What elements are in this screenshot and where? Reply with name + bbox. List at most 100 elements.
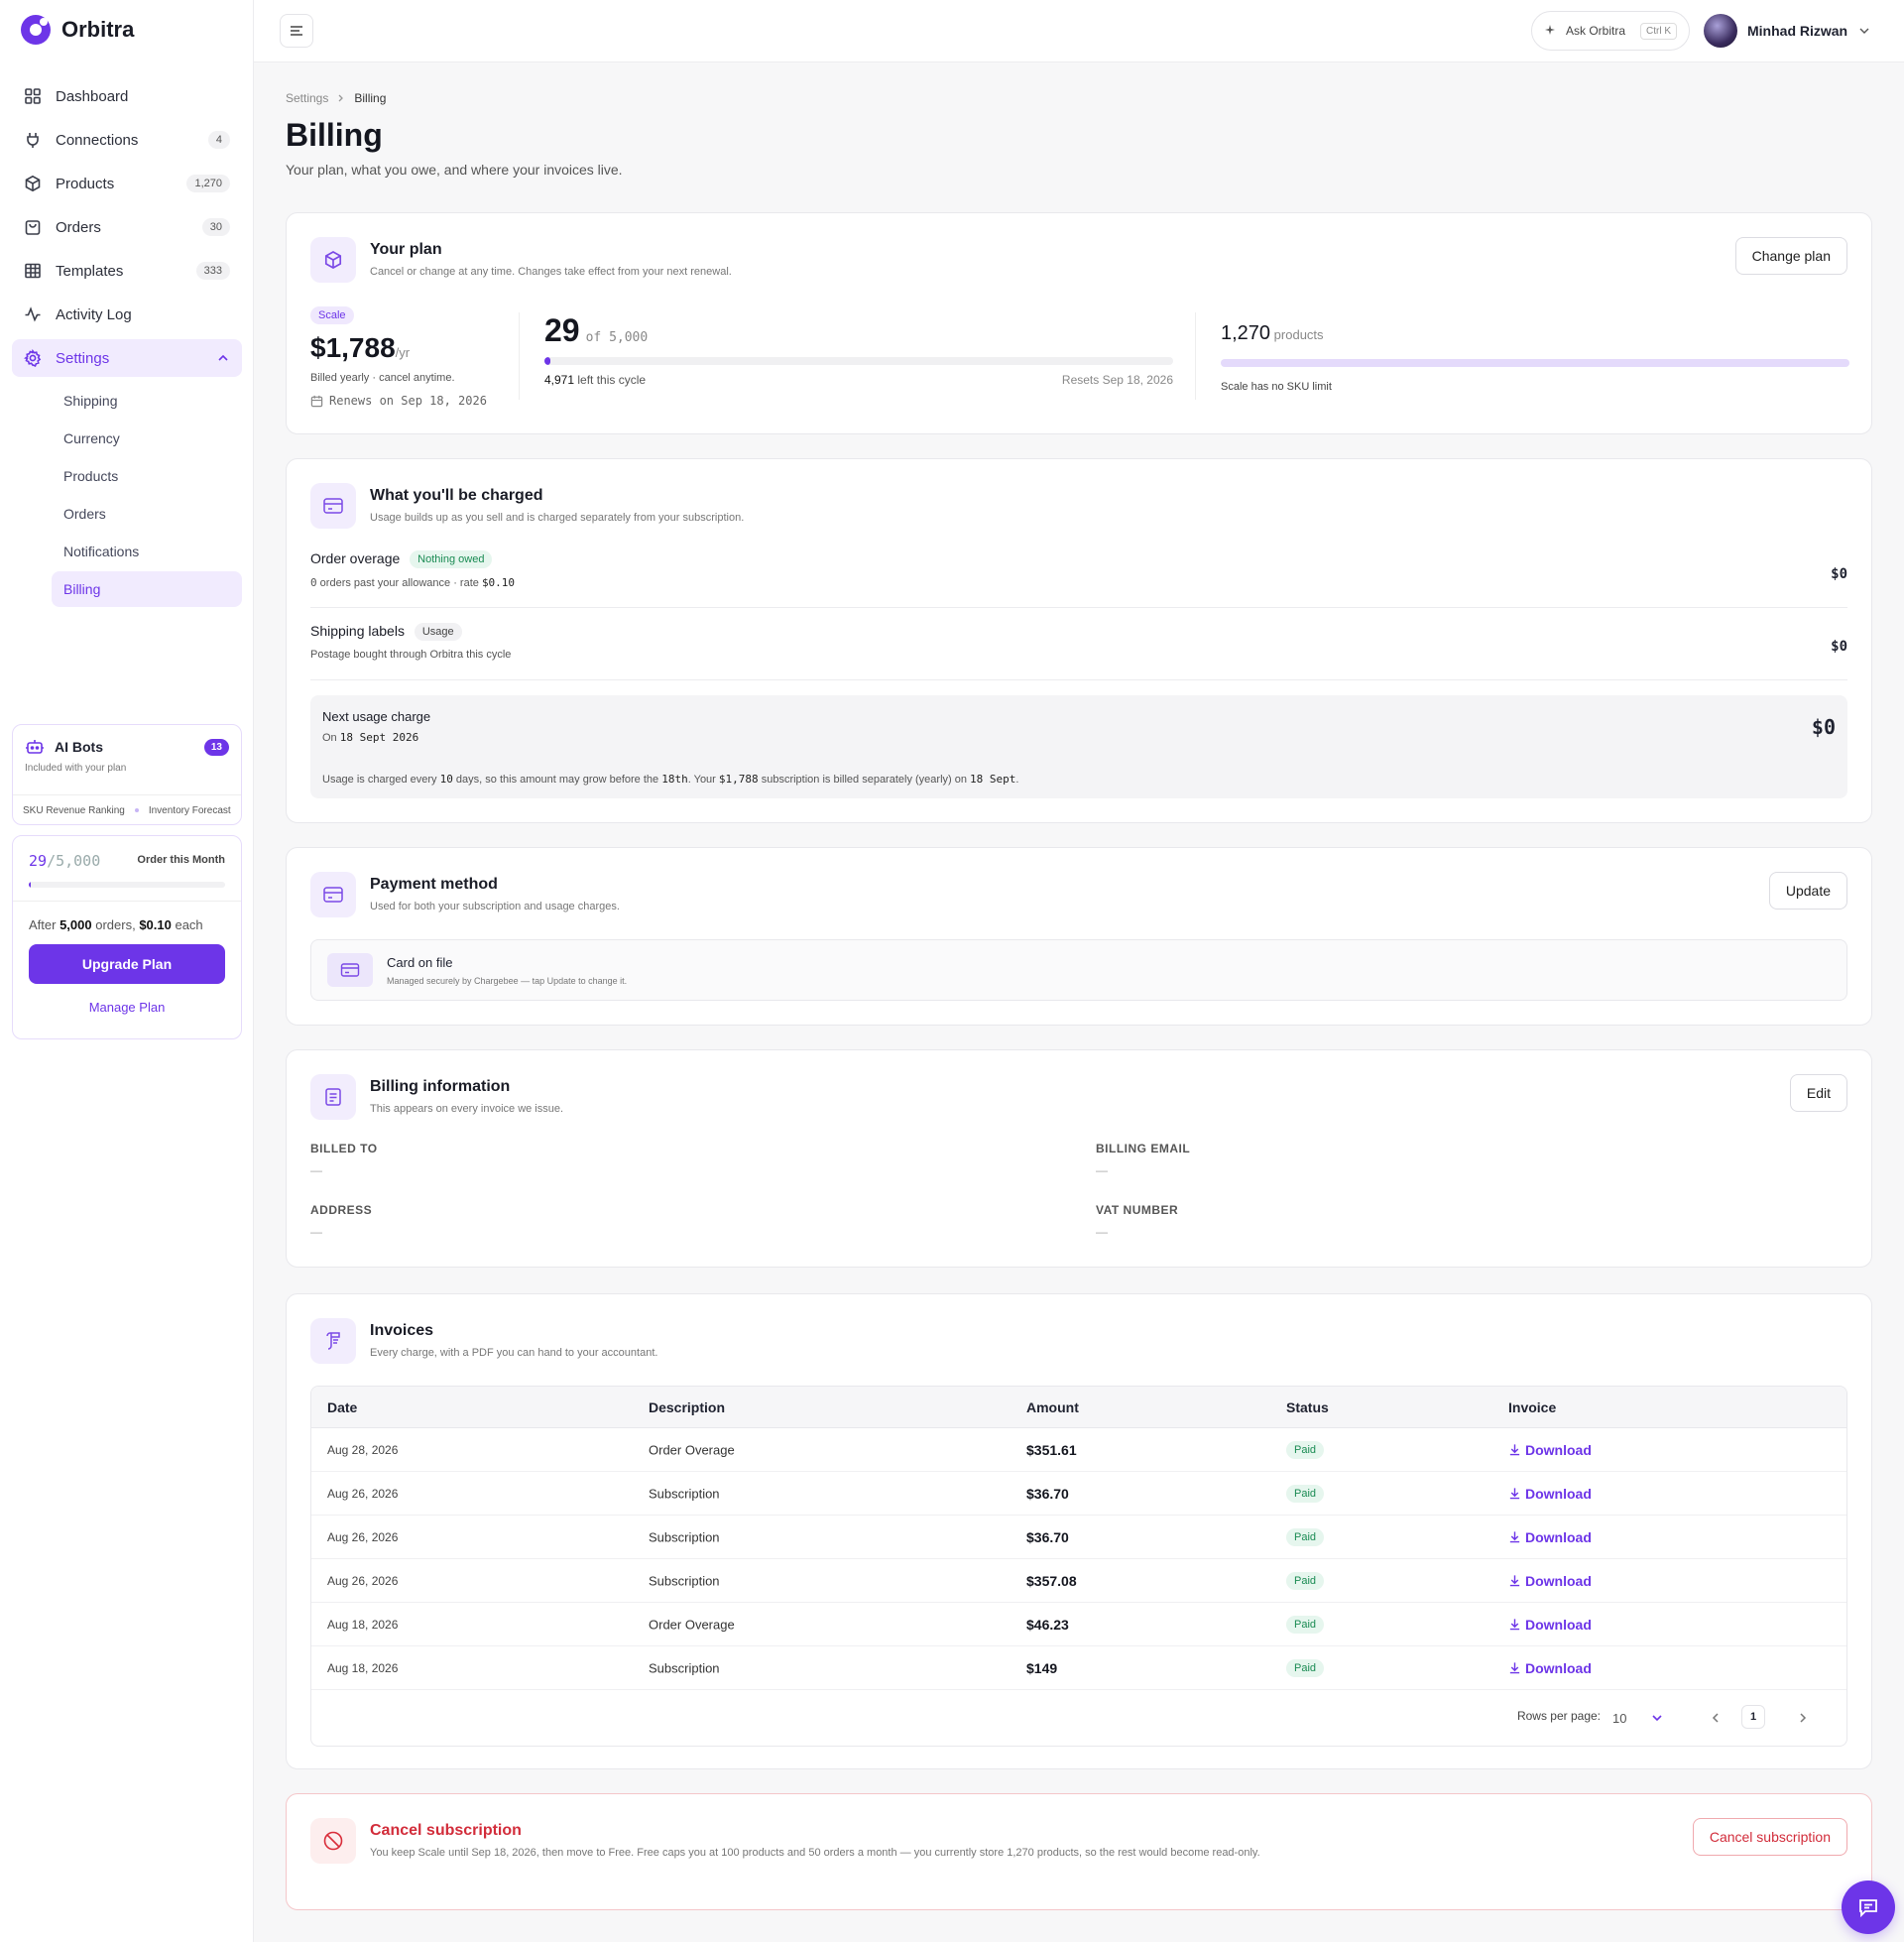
next-usage-charge: Next usage charge On 18 Sept 2026 $0 Usa… <box>310 695 1847 798</box>
order-overage-title: Order overage <box>310 550 401 566</box>
order-overage-amount: $0 <box>1831 566 1847 582</box>
app-name: Orbitra <box>61 17 135 42</box>
menu-icon <box>291 26 302 36</box>
nav-count: 1,270 <box>186 175 230 192</box>
next-page-button[interactable] <box>1791 1706 1815 1730</box>
nav-item-products[interactable]: Products 1,270 <box>12 165 242 202</box>
edit-billing-info-button[interactable]: Edit <box>1789 1074 1847 1112</box>
orders-used: 29 of 5,000 <box>544 312 649 348</box>
nav-label: Orders <box>56 218 101 236</box>
subnav-products[interactable]: Products <box>52 458 242 494</box>
chat-icon <box>1859 1899 1877 1918</box>
prev-page-button[interactable] <box>1704 1706 1727 1730</box>
card-on-file-sub: Managed securely by Chargebee — tap Upda… <box>387 975 628 986</box>
grid-icon <box>25 88 41 104</box>
ai-bots-subtitle: Included with your plan <box>25 763 127 774</box>
card-on-file: Card on file Managed securely by Chargeb… <box>310 939 1847 1001</box>
robot-icon <box>26 740 44 754</box>
status-badge: Paid <box>1286 1484 1325 1503</box>
plan-price-block: Scale $1,788/yr Billed yearly · cancel a… <box>310 306 487 408</box>
ai-bot-tag[interactable]: Inventory Forecast <box>149 805 231 816</box>
shipping-labels-sub: Postage bought through Orbitra this cycl… <box>310 649 512 662</box>
download-invoice-button[interactable]: Download <box>1508 1660 1592 1676</box>
invoices-desc: Every charge, with a PDF you can hand to… <box>370 1347 658 1359</box>
credit-card-icon <box>310 483 356 529</box>
usage-badge: Usage <box>414 623 462 642</box>
update-payment-button[interactable]: Update <box>1768 872 1847 910</box>
manage-plan-link[interactable]: Manage Plan <box>13 1000 241 1015</box>
nav-item-orders[interactable]: Orders 30 <box>12 208 242 246</box>
ai-bots-count-badge: 13 <box>203 738 229 756</box>
charges-title: What you'll be charged <box>370 487 543 504</box>
breadcrumb-settings[interactable]: Settings <box>286 91 328 105</box>
ask-orbitra-button[interactable]: Ask Orbitra Ctrl K <box>1531 11 1690 51</box>
user-menu[interactable]: Minhad Rizwan <box>1704 14 1871 48</box>
status-badge: Paid <box>1286 1527 1325 1546</box>
chevron-left-icon <box>1712 1713 1719 1723</box>
nav-item-templates[interactable]: Templates 333 <box>12 252 242 290</box>
nav-item-settings[interactable]: Settings <box>12 339 242 377</box>
shortcut-hint: Ctrl K <box>1640 22 1677 40</box>
order-usage-progress <box>29 882 225 888</box>
card-icon <box>327 953 373 987</box>
page-number-button[interactable]: 1 <box>1741 1705 1765 1729</box>
change-plan-button[interactable]: Change plan <box>1734 237 1847 275</box>
chat-button[interactable] <box>1842 1881 1895 1934</box>
table-header: Date Description Amount Status Invoice <box>311 1387 1846 1428</box>
download-invoice-button[interactable]: Download <box>1508 1486 1592 1502</box>
plan-tier-badge: Scale <box>310 306 354 325</box>
table-row: Aug 18, 2026 Order Overage $46.23 Paid D… <box>311 1603 1846 1646</box>
gear-icon <box>24 349 42 367</box>
download-icon <box>1509 1488 1520 1500</box>
cancel-subscription-button[interactable]: Cancel subscription <box>1692 1818 1847 1856</box>
products-usage-block: 1,270 products Scale has no SKU limit <box>1221 322 1849 393</box>
subnav-currency[interactable]: Currency <box>52 421 242 456</box>
orders-progress-bar <box>544 357 1173 365</box>
download-icon <box>1509 1619 1520 1631</box>
nav-item-activity-log[interactable]: Activity Log <box>12 296 242 333</box>
shipping-labels-title: Shipping labels <box>310 623 405 639</box>
box-icon <box>310 237 356 283</box>
download-invoice-button[interactable]: Download <box>1508 1617 1592 1633</box>
ai-bots-card[interactable]: AI Bots 13 Included with your plan SKU R… <box>12 724 242 825</box>
status-badge: Paid <box>1286 1658 1325 1677</box>
subnav-shipping[interactable]: Shipping <box>52 383 242 419</box>
table-icon <box>25 263 41 279</box>
download-invoice-button[interactable]: Download <box>1508 1529 1592 1545</box>
ai-bot-tag[interactable]: SKU Revenue Ranking <box>23 805 125 816</box>
page-title: Billing <box>286 117 383 153</box>
calendar-icon <box>310 395 323 408</box>
sidebar-toggle-button[interactable] <box>280 14 313 48</box>
upgrade-plan-button[interactable]: Upgrade Plan <box>29 944 225 984</box>
sidebar: Orbitra Dashboard Connections 4 Products… <box>0 0 254 1942</box>
chevron-right-icon <box>338 94 344 102</box>
shopping-bag-icon <box>25 220 41 235</box>
shipping-labels-amount: $0 <box>1831 639 1847 655</box>
subnav-billing[interactable]: Billing <box>52 571 242 607</box>
chevron-up-icon[interactable] <box>216 351 230 365</box>
logo[interactable]: Orbitra <box>20 14 134 46</box>
ban-icon <box>310 1818 356 1864</box>
box-icon <box>25 175 41 192</box>
download-invoice-button[interactable]: Download <box>1508 1442 1592 1458</box>
invoices-title: Invoices <box>370 1322 434 1339</box>
download-invoice-button[interactable]: Download <box>1508 1573 1592 1589</box>
main-content: Settings Billing Billing Your plan, what… <box>286 91 1872 1910</box>
nav-label: Templates <box>56 262 124 280</box>
rows-per-page-select[interactable]: 10 <box>1608 1703 1668 1733</box>
sparkle-icon <box>1545 25 1555 35</box>
receipt-icon <box>310 1318 356 1364</box>
next-charge-title: Next usage charge <box>322 709 431 724</box>
order-usage-label: Order this Month <box>137 854 225 866</box>
next-charge-amount: $0 <box>1811 715 1836 739</box>
nav-item-dashboard[interactable]: Dashboard <box>12 77 242 115</box>
products-progress-bar <box>1221 359 1849 367</box>
subnav-orders[interactable]: Orders <box>52 496 242 532</box>
vat-number-field: VAT NUMBER — <box>1096 1203 1179 1239</box>
subnav-notifications[interactable]: Notifications <box>52 534 242 569</box>
billing-info-desc: This appears on every invoice we issue. <box>370 1103 564 1115</box>
nav-item-connections[interactable]: Connections 4 <box>12 121 242 159</box>
user-name: Minhad Rizwan <box>1747 23 1848 39</box>
table-row: Aug 26, 2026 Subscription $357.08 Paid D… <box>311 1559 1846 1603</box>
table-row: Aug 26, 2026 Subscription $36.70 Paid Do… <box>311 1516 1846 1559</box>
